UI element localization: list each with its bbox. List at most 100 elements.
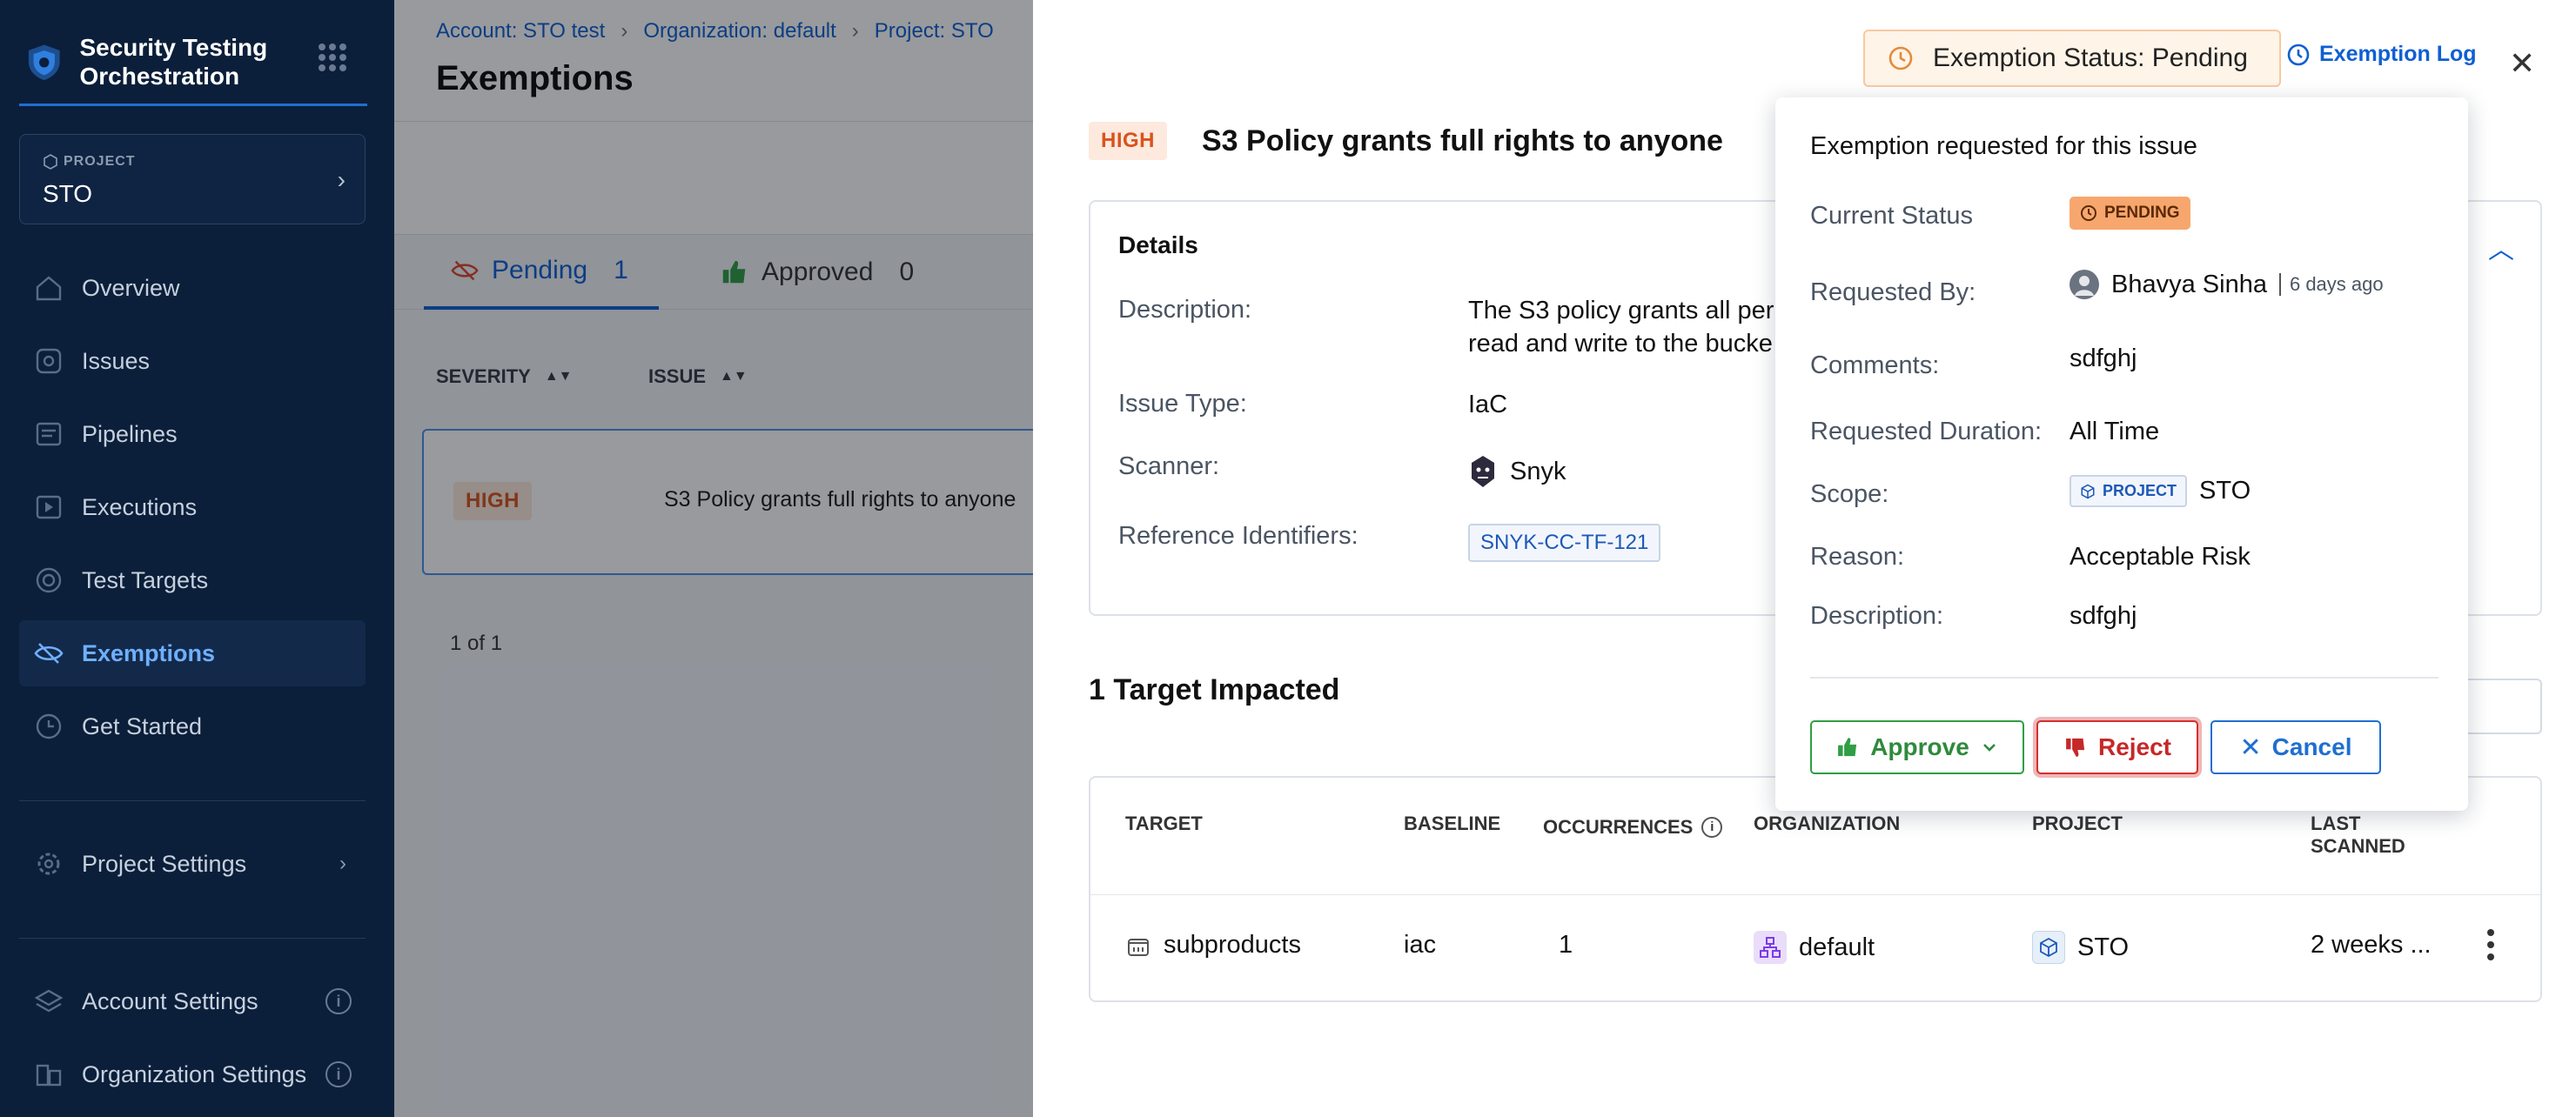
comments-label: Comments:	[1810, 351, 1940, 379]
issue-type-label: Issue Type:	[1118, 390, 1247, 418]
exemption-request-popover: Exemption requested for this issue Curre…	[1775, 97, 2468, 811]
nav-label: Pipelines	[82, 420, 178, 447]
nav-label: Executions	[82, 493, 198, 520]
home-icon	[36, 276, 62, 301]
get-started-icon	[36, 713, 62, 739]
snyk-logo-icon	[1472, 456, 1494, 487]
requested-duration-label: Requested Duration:	[1810, 418, 2042, 445]
current-status-label: Current Status	[1810, 202, 1973, 230]
nav-label: Project Settings	[82, 850, 247, 877]
nav-get-started[interactable]: Get Started	[19, 693, 366, 759]
clock-icon	[2081, 205, 2096, 221]
thumbs-up-icon	[1838, 738, 1857, 757]
requested-by-label: Requested By:	[1810, 278, 1976, 306]
info-icon[interactable]: i	[325, 988, 352, 1014]
occurrences-cell: 1	[1559, 931, 1573, 959]
target-icon	[36, 567, 62, 593]
nav-label: Account Settings	[82, 987, 258, 1014]
project-selector-value: STO	[43, 180, 93, 207]
more-options-icon[interactable]	[2485, 927, 2497, 962]
nav-label: Overview	[82, 274, 180, 301]
nav-project-settings[interactable]: Project Settings ›	[19, 831, 366, 897]
exemption-status-pill[interactable]: Exemption Status: Pending	[1863, 30, 2281, 87]
nav-exemptions[interactable]: Exemptions	[19, 620, 366, 686]
description-value: sdfghj	[2070, 602, 2137, 630]
sidebar-divider	[19, 938, 366, 939]
project-selector-label: PROJECT	[64, 154, 136, 169]
targets-impacted-title: 1 Target Impacted	[1089, 673, 1340, 706]
close-icon[interactable]: ✕	[2509, 45, 2535, 82]
pending-status-badge: PENDING	[2070, 197, 2190, 230]
sidebar: Security Testing Orchestration PROJECT S…	[0, 0, 394, 1117]
last-scanned-cell: 2 weeks ...	[2311, 931, 2432, 959]
requested-by-value: Bhavya Sinha 6 days ago	[2070, 270, 2384, 299]
clock-icon	[1888, 46, 1913, 70]
column-target: TARGET	[1125, 813, 1203, 834]
app-grid-icon[interactable]	[315, 40, 350, 75]
scope-value: PROJECT STO	[2070, 475, 2251, 507]
cancel-button[interactable]: ✕ Cancel	[2210, 720, 2381, 774]
project-scope-chip: PROJECT	[2070, 475, 2188, 507]
description-label: Description:	[1810, 602, 1944, 630]
organization-settings-icon	[36, 1064, 62, 1087]
project-cube-icon	[44, 154, 57, 170]
chevron-down-icon[interactable]	[1980, 738, 1999, 757]
organization-cell: default	[1754, 931, 1875, 964]
reason-label: Reason:	[1810, 543, 1905, 571]
nav-account-settings[interactable]: Account Settings i	[19, 968, 366, 1034]
requested-time-ago: 6 days ago	[2278, 273, 2384, 296]
executions-icon	[36, 495, 62, 519]
nav-label: Exemptions	[82, 639, 216, 666]
current-status-value: PENDING	[2070, 197, 2190, 230]
chevron-right-icon: ›	[337, 166, 345, 193]
project-cube-icon	[2032, 931, 2065, 964]
nav-pipelines[interactable]: Pipelines	[19, 401, 366, 467]
scanner-label: Scanner:	[1118, 452, 1220, 480]
issues-icon	[36, 348, 62, 374]
nav-test-targets[interactable]: Test Targets	[19, 547, 366, 613]
sidebar-divider	[19, 800, 366, 801]
pipelines-icon	[36, 422, 62, 446]
reference-identifier-chip[interactable]: SNYK-CC-TF-121	[1468, 524, 1661, 562]
exemption-log-link[interactable]: Exemption Log	[2286, 42, 2477, 67]
sto-shield-icon	[28, 44, 60, 80]
target-cell[interactable]: subproducts	[1125, 931, 1301, 960]
account-settings-icon	[34, 989, 64, 1013]
avatar	[2070, 270, 2099, 299]
scope-label: Scope:	[1810, 480, 1889, 508]
chevron-up-icon[interactable]: ︿	[2488, 228, 2514, 266]
nav-organization-settings[interactable]: Organization Settings i	[19, 1041, 366, 1107]
history-clock-icon	[2287, 43, 2310, 65]
nav-executions[interactable]: Executions	[19, 474, 366, 540]
popover-title: Exemption requested for this issue	[1810, 132, 2197, 160]
nav-overview[interactable]: Overview	[19, 255, 366, 321]
nav-label: Issues	[82, 347, 151, 374]
comments-value: sdfghj	[2070, 344, 2137, 372]
scanner-value: Snyk	[1468, 454, 1566, 489]
project-cube-icon	[2081, 484, 2095, 498]
reject-button[interactable]: Reject	[2036, 720, 2198, 774]
popover-divider	[1810, 677, 2438, 679]
reference-identifiers-label: Reference Identifiers:	[1118, 522, 1358, 550]
nav-label: Organization Settings	[82, 1060, 307, 1087]
row-divider	[1090, 894, 2540, 895]
chevron-right-icon: ›	[339, 852, 346, 875]
reason-value: Acceptable Risk	[2070, 543, 2251, 571]
info-icon[interactable]: i	[325, 1061, 352, 1087]
issue-title: S3 Policy grants full rights to anyone	[1202, 124, 1723, 157]
nav-issues[interactable]: Issues	[19, 328, 366, 394]
column-organization: ORGANIZATION	[1754, 813, 1901, 834]
project-cell: STO	[2032, 931, 2129, 964]
column-project: PROJECT	[2032, 813, 2123, 834]
gear-icon	[37, 853, 60, 875]
nav-label: Test Targets	[82, 566, 209, 593]
project-selector[interactable]: PROJECT STO ›	[19, 134, 366, 224]
description-label: Description:	[1118, 296, 1252, 324]
issue-type-value: IaC	[1468, 391, 1508, 418]
details-title: Details	[1118, 231, 1198, 258]
repository-icon	[1128, 938, 1149, 956]
info-icon[interactable]: i	[1701, 817, 1723, 838]
approve-button[interactable]: Approve	[1810, 720, 2024, 774]
baseline-cell: iac	[1404, 931, 1437, 959]
thumbs-down-icon	[2066, 738, 2085, 757]
